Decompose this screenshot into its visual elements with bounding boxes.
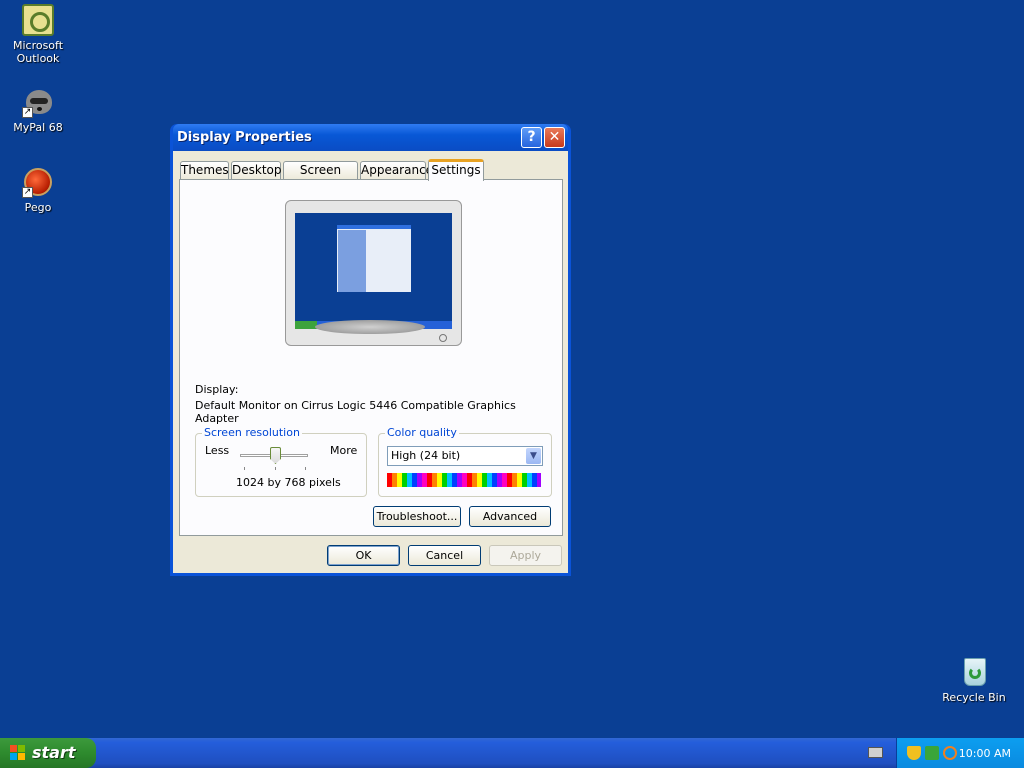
desktop-icon-mypal[interactable]: ↗ MyPal 68	[0, 86, 76, 134]
close-button[interactable]: ✕	[544, 127, 565, 148]
color-quality-group: Color quality High (24 bit) ▼	[378, 426, 552, 497]
raccoon-icon: ↗	[22, 86, 54, 118]
more-label: More	[330, 444, 358, 457]
window-client: Themes Desktop Screen Saver Appearance S…	[173, 151, 568, 573]
settings-panel: Display: Default Monitor on Cirrus Logic…	[179, 179, 563, 536]
tab-appearance[interactable]: Appearance	[360, 161, 433, 180]
screen-resolution-legend: Screen resolution	[202, 426, 302, 439]
less-label: Less	[205, 444, 230, 457]
color-spectrum-bar	[387, 473, 541, 487]
cancel-button[interactable]: Cancel	[408, 545, 481, 566]
troubleshoot-button[interactable]: Troubleshoot...	[373, 506, 461, 527]
resolution-slider-thumb[interactable]	[270, 447, 281, 464]
search-icon[interactable]	[943, 746, 957, 760]
outlook-icon	[22, 4, 54, 36]
desktop-icon-label: Pego	[24, 201, 52, 214]
desktop-icon-recycle-bin[interactable]: Recycle Bin	[936, 656, 1012, 704]
monitor-stand	[315, 320, 425, 334]
tab-screen-saver[interactable]: Screen Saver	[283, 161, 358, 194]
keyboard-icon[interactable]	[868, 747, 883, 758]
start-button[interactable]: start	[0, 738, 96, 768]
display-properties-window: Display Properties ? ✕ Themes Desktop Sc…	[170, 124, 571, 576]
clock[interactable]: 10:00 AM	[959, 747, 1011, 760]
desktop-icon-label: Recycle Bin	[942, 691, 1006, 704]
start-label: start	[32, 743, 76, 762]
monitor-screen	[295, 213, 452, 329]
tab-settings[interactable]: Settings	[428, 159, 484, 181]
ok-button[interactable]: OK	[327, 545, 400, 566]
display-value: Default Monitor on Cirrus Logic 5446 Com…	[195, 399, 516, 425]
network-icon[interactable]	[925, 746, 939, 760]
color-quality-select[interactable]: High (24 bit) ▼	[387, 446, 543, 466]
advanced-button[interactable]: Advanced	[469, 506, 551, 527]
tab-desktop[interactable]: Desktop	[231, 161, 282, 180]
desktop-icon-outlook[interactable]: Microsoft Outlook	[0, 4, 76, 65]
taskbar: start 10:00 AM	[0, 738, 1024, 768]
chevron-down-icon[interactable]: ▼	[526, 448, 541, 464]
help-button[interactable]: ?	[521, 127, 542, 148]
pego-icon: ↗	[22, 166, 54, 198]
desktop-icon-label: Microsoft Outlook	[12, 39, 64, 65]
power-button-icon	[439, 334, 447, 342]
system-tray: 10:00 AM	[896, 738, 1024, 768]
resolution-value: 1024 by 768 pixels	[236, 476, 341, 489]
tab-themes[interactable]: Themes	[180, 161, 229, 180]
window-title: Display Properties	[177, 130, 312, 145]
screen-resolution-group: Screen resolution Less More 1024 by 768 …	[195, 426, 367, 497]
desktop-icon-pego[interactable]: ↗ Pego	[0, 166, 76, 214]
desktop-icon-label: MyPal 68	[13, 121, 63, 134]
display-label: Display:	[195, 383, 239, 396]
apply-button[interactable]: Apply	[489, 545, 562, 566]
color-quality-legend: Color quality	[385, 426, 459, 439]
security-shield-icon[interactable]	[907, 746, 921, 760]
windows-flag-icon	[10, 745, 26, 761]
recycle-bin-icon	[958, 656, 990, 688]
color-quality-value: High (24 bit)	[391, 449, 461, 462]
title-bar[interactable]: Display Properties ? ✕	[173, 124, 568, 151]
